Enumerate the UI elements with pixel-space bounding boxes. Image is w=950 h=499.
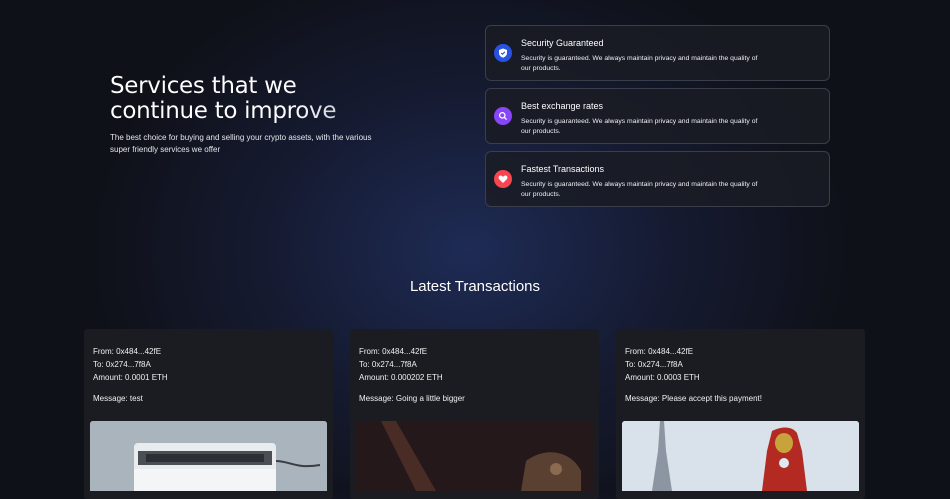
hero-section: Services that we continue to improve The… (110, 74, 410, 156)
service-card-exchange: Best exchange rates Security is guarante… (485, 88, 830, 144)
transactions-title: Latest Transactions (409, 278, 541, 295)
service-card-security: Security Guaranteed Security is guarante… (485, 25, 830, 81)
service-description: Security is guaranteed. We always mainta… (521, 118, 758, 135)
transaction-card[interactable]: From: 0x484...42fE To: 0x274...7f8A Amou… (616, 329, 865, 499)
transaction-to[interactable]: To: 0x274...7f8A (359, 358, 443, 371)
transaction-image (90, 421, 327, 491)
transaction-message: Message: Going a little bigger (359, 394, 465, 403)
transaction-amount: Amount: 0.000202 ETH (359, 373, 443, 382)
hero-subtitle: The best choice for buying and selling y… (110, 133, 372, 154)
services-list: Security Guaranteed Security is guarante… (485, 25, 830, 214)
transaction-from[interactable]: From: 0x484...42fE (359, 345, 443, 358)
service-card-fastest: Fastest Transactions Security is guarant… (485, 151, 830, 207)
transaction-info: From: 0x484...42fE To: 0x274...7f8A Amou… (625, 345, 700, 384)
transaction-message: Message: test (93, 394, 143, 403)
service-description: Security is guaranteed. We always mainta… (521, 55, 758, 72)
transaction-image (622, 421, 859, 491)
transaction-to[interactable]: To: 0x274...7f8A (625, 358, 700, 371)
transaction-info: From: 0x484...42fE To: 0x274...7f8A Amou… (359, 345, 443, 384)
hero-title: Services that we continue to improve (110, 74, 410, 124)
hero-title-line: continue to improve (110, 98, 337, 124)
transaction-card[interactable]: From: 0x484...42fE To: 0x274...7f8A Amou… (84, 329, 333, 499)
service-title: Security Guaranteed (521, 38, 604, 48)
service-title: Best exchange rates (521, 101, 604, 111)
transaction-info: From: 0x484...42fE To: 0x274...7f8A Amou… (93, 345, 168, 384)
hero-title-line: Services that we (110, 73, 297, 99)
service-title: Fastest Transactions (521, 164, 605, 174)
transaction-card[interactable]: From: 0x484...42fE To: 0x274...7f8A Amou… (350, 329, 599, 499)
transaction-amount: Amount: 0.0001 ETH (93, 373, 168, 382)
transaction-from[interactable]: From: 0x484...42fE (625, 345, 700, 358)
transaction-message: Message: Please accept this payment! (625, 394, 762, 403)
transaction-amount: Amount: 0.0003 ETH (625, 373, 700, 382)
transaction-to[interactable]: To: 0x274...7f8A (93, 358, 168, 371)
heart-icon (494, 170, 512, 188)
service-description: Security is guaranteed. We always mainta… (521, 181, 758, 198)
transaction-image (356, 421, 593, 491)
search-icon (494, 107, 512, 125)
transaction-from[interactable]: From: 0x484...42fE (93, 345, 168, 358)
shield-check-icon (494, 44, 512, 62)
